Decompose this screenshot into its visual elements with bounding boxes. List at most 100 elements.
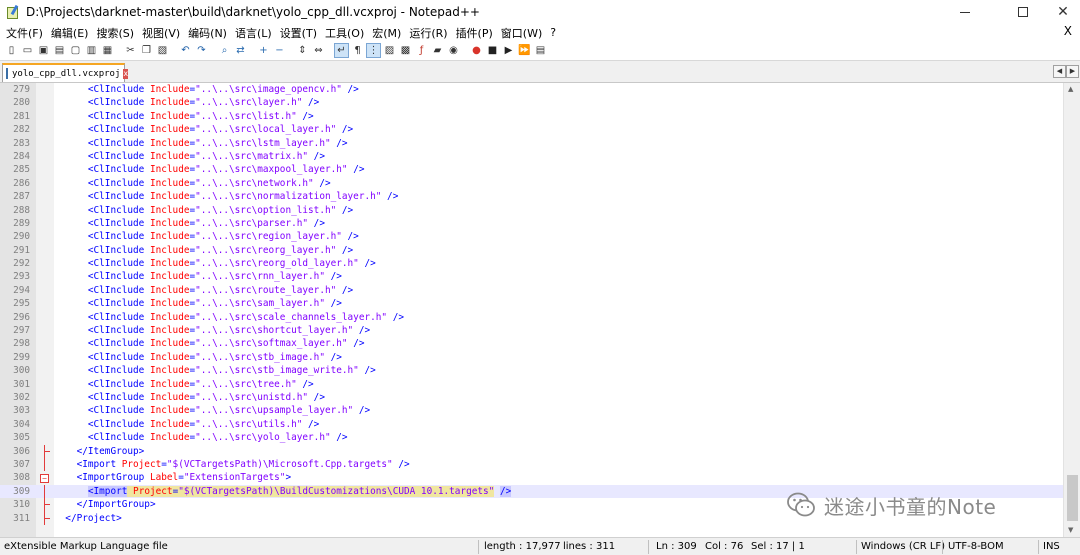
tab-close-icon[interactable]: x [123,68,129,79]
code-text[interactable]: </Project> [54,512,121,525]
code-line[interactable]: 283 <ClInclude Include="..\..\src\lstm_l… [0,137,1063,150]
code-line[interactable]: 299 <ClInclude Include="..\..\src\stb_im… [0,351,1063,364]
code-line[interactable]: 308− <ImportGroup Label="ExtensionTarget… [0,471,1063,484]
code-line[interactable]: 295 <ClInclude Include="..\..\src\sam_la… [0,297,1063,310]
menu-item[interactable]: 窗口(W) [499,25,548,41]
vertical-scrollbar[interactable]: ▲ ▼ [1063,83,1080,537]
code-text[interactable]: <ClInclude Include="..\..\src\layer.h" /… [54,96,319,109]
find-icon[interactable]: ⌕ [217,43,232,58]
code-line[interactable]: 292 <ClInclude Include="..\..\src\reorg_… [0,257,1063,270]
code-line[interactable]: 293 <ClInclude Include="..\..\src\rnn_la… [0,270,1063,283]
udl-icon[interactable]: ▨ [382,43,397,58]
code-text[interactable]: <ClInclude Include="..\..\src\route_laye… [54,284,353,297]
code-text[interactable]: <ClInclude Include="..\..\src\option_lis… [54,204,353,217]
code-text[interactable]: <ClInclude Include="..\..\src\local_laye… [54,123,353,136]
code-text[interactable]: <ClInclude Include="..\..\src\shortcut_l… [54,324,370,337]
code-text[interactable]: </ImportGroup> [54,498,156,511]
code-text[interactable]: <ClInclude Include="..\..\src\unistd.h" … [54,391,325,404]
code-text[interactable]: <ClInclude Include="..\..\src\image_open… [54,83,359,96]
stop-record-icon[interactable]: ■ [485,43,500,58]
code-text[interactable]: <ClInclude Include="..\..\src\normalizat… [54,190,398,203]
code-line[interactable]: 301 <ClInclude Include="..\..\src\tree.h… [0,378,1063,391]
code-text[interactable]: <ClInclude Include="..\..\src\rnn_layer.… [54,270,342,283]
word-wrap-icon[interactable]: ↵ [334,43,349,58]
code-line[interactable]: 285 <ClInclude Include="..\..\src\maxpoo… [0,163,1063,176]
save-macro-icon[interactable]: ▤ [533,43,548,58]
code-line[interactable]: 284 <ClInclude Include="..\..\src\matrix… [0,150,1063,163]
save-all-icon[interactable]: ▤ [52,43,67,58]
scroll-down-icon[interactable]: ▼ [1068,526,1073,534]
doc-map-icon[interactable]: ▩ [398,43,413,58]
code-text[interactable]: <ClInclude Include="..\..\src\scale_chan… [54,311,404,324]
menu-item[interactable]: 设置(T) [278,25,323,41]
code-line[interactable]: 280 <ClInclude Include="..\..\src\layer.… [0,96,1063,109]
save-icon[interactable]: ▣ [36,43,51,58]
close-window-button[interactable]: ✕ [1040,0,1080,24]
code-line[interactable]: 281 <ClInclude Include="..\..\src\list.h… [0,110,1063,123]
menu-item[interactable]: ? [548,26,562,39]
replace-icon[interactable]: ⇄ [233,43,248,58]
code-line[interactable]: 290 <ClInclude Include="..\..\src\region… [0,230,1063,243]
new-file-icon[interactable]: ▯ [4,43,19,58]
code-text[interactable]: <ClInclude Include="..\..\src\parser.h" … [54,217,325,230]
code-line[interactable]: 297 <ClInclude Include="..\..\src\shortc… [0,324,1063,337]
show-all-chars-icon[interactable]: ¶ [350,43,365,58]
code-line[interactable]: 306 </ItemGroup> [0,444,1063,458]
code-text[interactable]: </ItemGroup> [54,445,145,458]
print-icon[interactable]: ▦ [100,43,115,58]
code-lines[interactable]: 279 <ClInclude Include="..\..\src\image_… [0,83,1063,525]
play-macro-icon[interactable]: ▶ [501,43,516,58]
undo-icon[interactable]: ↶ [178,43,193,58]
cut-icon[interactable]: ✂ [123,43,138,58]
code-line[interactable]: 307 <Import Project="$(VCTargetsPath)\Mi… [0,457,1063,472]
zoom-in-icon[interactable]: + [256,43,271,58]
code-line[interactable]: 302 <ClInclude Include="..\..\src\unistd… [0,391,1063,404]
status-insert-mode[interactable]: INS [1043,541,1060,552]
code-text[interactable]: <ClInclude Include="..\..\src\reorg_old_… [54,257,376,270]
close-all-icon[interactable]: ▥ [84,43,99,58]
code-text[interactable]: <ClInclude Include="..\..\src\softmax_la… [54,337,365,350]
code-line[interactable]: 282 <ClInclude Include="..\..\src\local_… [0,123,1063,136]
code-line[interactable]: 291 <ClInclude Include="..\..\src\reorg_… [0,244,1063,257]
sync-h-icon[interactable]: ⇔ [311,43,326,58]
paste-icon[interactable]: ▧ [155,43,170,58]
menu-item[interactable]: 搜索(S) [94,25,140,41]
play-multiple-icon[interactable]: ⏩ [517,43,532,58]
code-text[interactable]: <ClInclude Include="..\..\src\yolo_layer… [54,431,348,444]
code-text[interactable]: <Import Project="$(VCTargetsPath)\BuildC… [54,485,512,498]
indent-guide-icon[interactable]: ⋮ [366,43,381,58]
scroll-up-icon[interactable]: ▲ [1068,85,1073,93]
copy-icon[interactable]: ❐ [139,43,154,58]
code-line[interactable]: 303 <ClInclude Include="..\..\src\upsamp… [0,404,1063,417]
status-encoding[interactable]: UTF-8-BOM [948,541,1004,552]
editor[interactable]: 279 <ClInclude Include="..\..\src\image_… [0,82,1080,537]
code-text[interactable]: <ClInclude Include="..\..\src\sam_layer.… [54,297,342,310]
code-text[interactable]: <ClInclude Include="..\..\src\maxpool_la… [54,163,365,176]
code-text[interactable]: <ClInclude Include="..\..\src\reorg_laye… [54,244,353,257]
code-text[interactable]: <ClInclude Include="..\..\src\region_lay… [54,230,359,243]
close-document-button[interactable]: X [1064,24,1072,38]
code-line[interactable]: 304 <ClInclude Include="..\..\src\utils.… [0,418,1063,431]
code-text[interactable]: <ClInclude Include="..\..\src\network.h"… [54,177,331,190]
code-text[interactable]: <Import Project="$(VCTargetsPath)\Micros… [54,458,410,471]
code-text[interactable]: <ClInclude Include="..\..\src\stb_image_… [54,364,376,377]
code-text[interactable]: <ClInclude Include="..\..\src\matrix.h" … [54,150,325,163]
code-line[interactable]: 300 <ClInclude Include="..\..\src\stb_im… [0,364,1063,377]
status-eol[interactable]: Windows (CR LF) [861,541,945,552]
code-line[interactable]: 287 <ClInclude Include="..\..\src\normal… [0,190,1063,203]
code-text[interactable]: <ClInclude Include="..\..\src\lstm_layer… [54,137,348,150]
monitoring-icon[interactable]: ◉ [446,43,461,58]
close-icon[interactable]: ▢ [68,43,83,58]
record-macro-icon[interactable]: ● [469,43,484,58]
code-text[interactable]: <ClInclude Include="..\..\src\upsample_l… [54,404,370,417]
code-text[interactable]: <ImportGroup Label="ExtensionTargets"> [54,471,292,484]
minimize-button[interactable] [942,0,988,24]
fold-toggle-icon[interactable]: − [40,474,49,484]
code-line[interactable]: 286 <ClInclude Include="..\..\src\networ… [0,177,1063,190]
sync-v-icon[interactable]: ⇕ [295,43,310,58]
scrollbar-thumb[interactable] [1067,475,1078,521]
code-line[interactable]: 279 <ClInclude Include="..\..\src\image_… [0,83,1063,96]
zoom-out-icon[interactable]: − [272,43,287,58]
open-file-icon[interactable]: ▭ [20,43,35,58]
code-line[interactable]: 288 <ClInclude Include="..\..\src\option… [0,204,1063,217]
